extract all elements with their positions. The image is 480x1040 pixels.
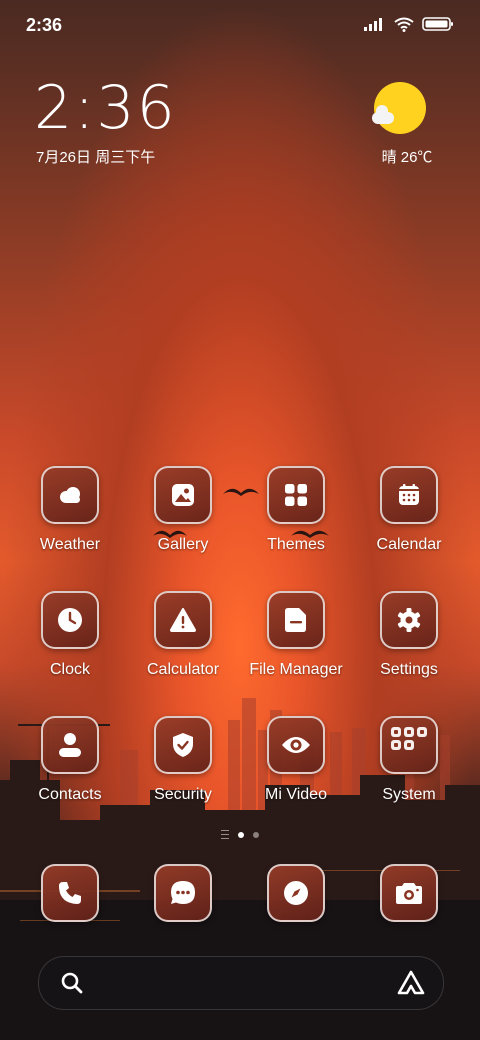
app-label: Gallery (157, 536, 209, 553)
app-label: System (382, 786, 436, 803)
app-folder-system[interactable]: System (353, 716, 465, 804)
shield-icon (154, 716, 212, 774)
eye-icon (267, 716, 325, 774)
wifi-icon (394, 17, 414, 32)
app-label: Settings (380, 661, 438, 678)
feed-page-icon[interactable] (221, 830, 229, 839)
phone-icon (41, 864, 99, 922)
weather-text: 晴 26℃ (381, 149, 433, 166)
app-label: File Manager (249, 661, 343, 678)
page-indicator[interactable] (0, 830, 480, 839)
app-contacts[interactable]: Contacts (14, 716, 126, 804)
app-label: Security (154, 786, 212, 803)
app-weather[interactable]: Weather (14, 466, 126, 554)
page-dot-active[interactable] (238, 831, 244, 838)
calendar-icon (380, 466, 438, 524)
signal-icon (364, 18, 382, 31)
app-file-manager[interactable]: File Manager (240, 591, 352, 679)
widget-clock[interactable]: 2:36 (34, 78, 177, 138)
search-bar[interactable] (38, 956, 444, 1010)
gear-icon (380, 591, 438, 649)
status-bar: 2:36 (0, 0, 480, 50)
cloud-icon (372, 105, 394, 124)
app-label: Contacts (38, 786, 102, 803)
person-icon (41, 716, 99, 774)
dock-messages[interactable] (127, 864, 239, 922)
app-label: Calculator (146, 661, 220, 678)
folder-icon (267, 591, 325, 649)
camera-icon (380, 864, 438, 922)
message-icon (154, 864, 212, 922)
status-time: 2:36 (26, 15, 63, 35)
app-clock[interactable]: Clock (14, 591, 126, 679)
dock-camera[interactable] (353, 864, 465, 922)
compass-icon (267, 864, 325, 922)
app-label: Weather (39, 536, 101, 553)
app-calendar[interactable]: Calendar (353, 466, 465, 554)
app-themes[interactable]: Themes (240, 466, 352, 554)
folder-grid-icon (380, 716, 438, 774)
clock-icon (41, 591, 99, 649)
app-settings[interactable]: Settings (353, 591, 465, 679)
cloud-icon (41, 466, 99, 524)
dock-phone[interactable] (14, 864, 126, 922)
sun-icon (372, 82, 426, 134)
image-icon (154, 466, 212, 524)
grid-icon (267, 466, 325, 524)
app-label: Mi Video (265, 786, 327, 803)
page-dot[interactable] (253, 831, 259, 838)
status-icons (364, 16, 454, 32)
weather-widget[interactable]: 晴 26℃ (354, 82, 444, 167)
assistant-icon[interactable] (397, 970, 425, 996)
app-label: Clock (49, 661, 90, 678)
app-mi-video[interactable]: Mi Video (240, 716, 352, 804)
app-security[interactable]: Security (127, 716, 239, 804)
app-label: Themes (267, 536, 325, 553)
app-label: Calendar (376, 536, 442, 553)
dock-browser[interactable] (240, 864, 352, 922)
search-icon[interactable] (61, 972, 83, 994)
app-calculator[interactable]: Calculator (127, 591, 239, 679)
app-gallery[interactable]: Gallery (127, 466, 239, 554)
warning-icon (154, 591, 212, 649)
widget-date: 7月26日 周三下午 (36, 149, 156, 166)
battery-icon (422, 17, 453, 31)
